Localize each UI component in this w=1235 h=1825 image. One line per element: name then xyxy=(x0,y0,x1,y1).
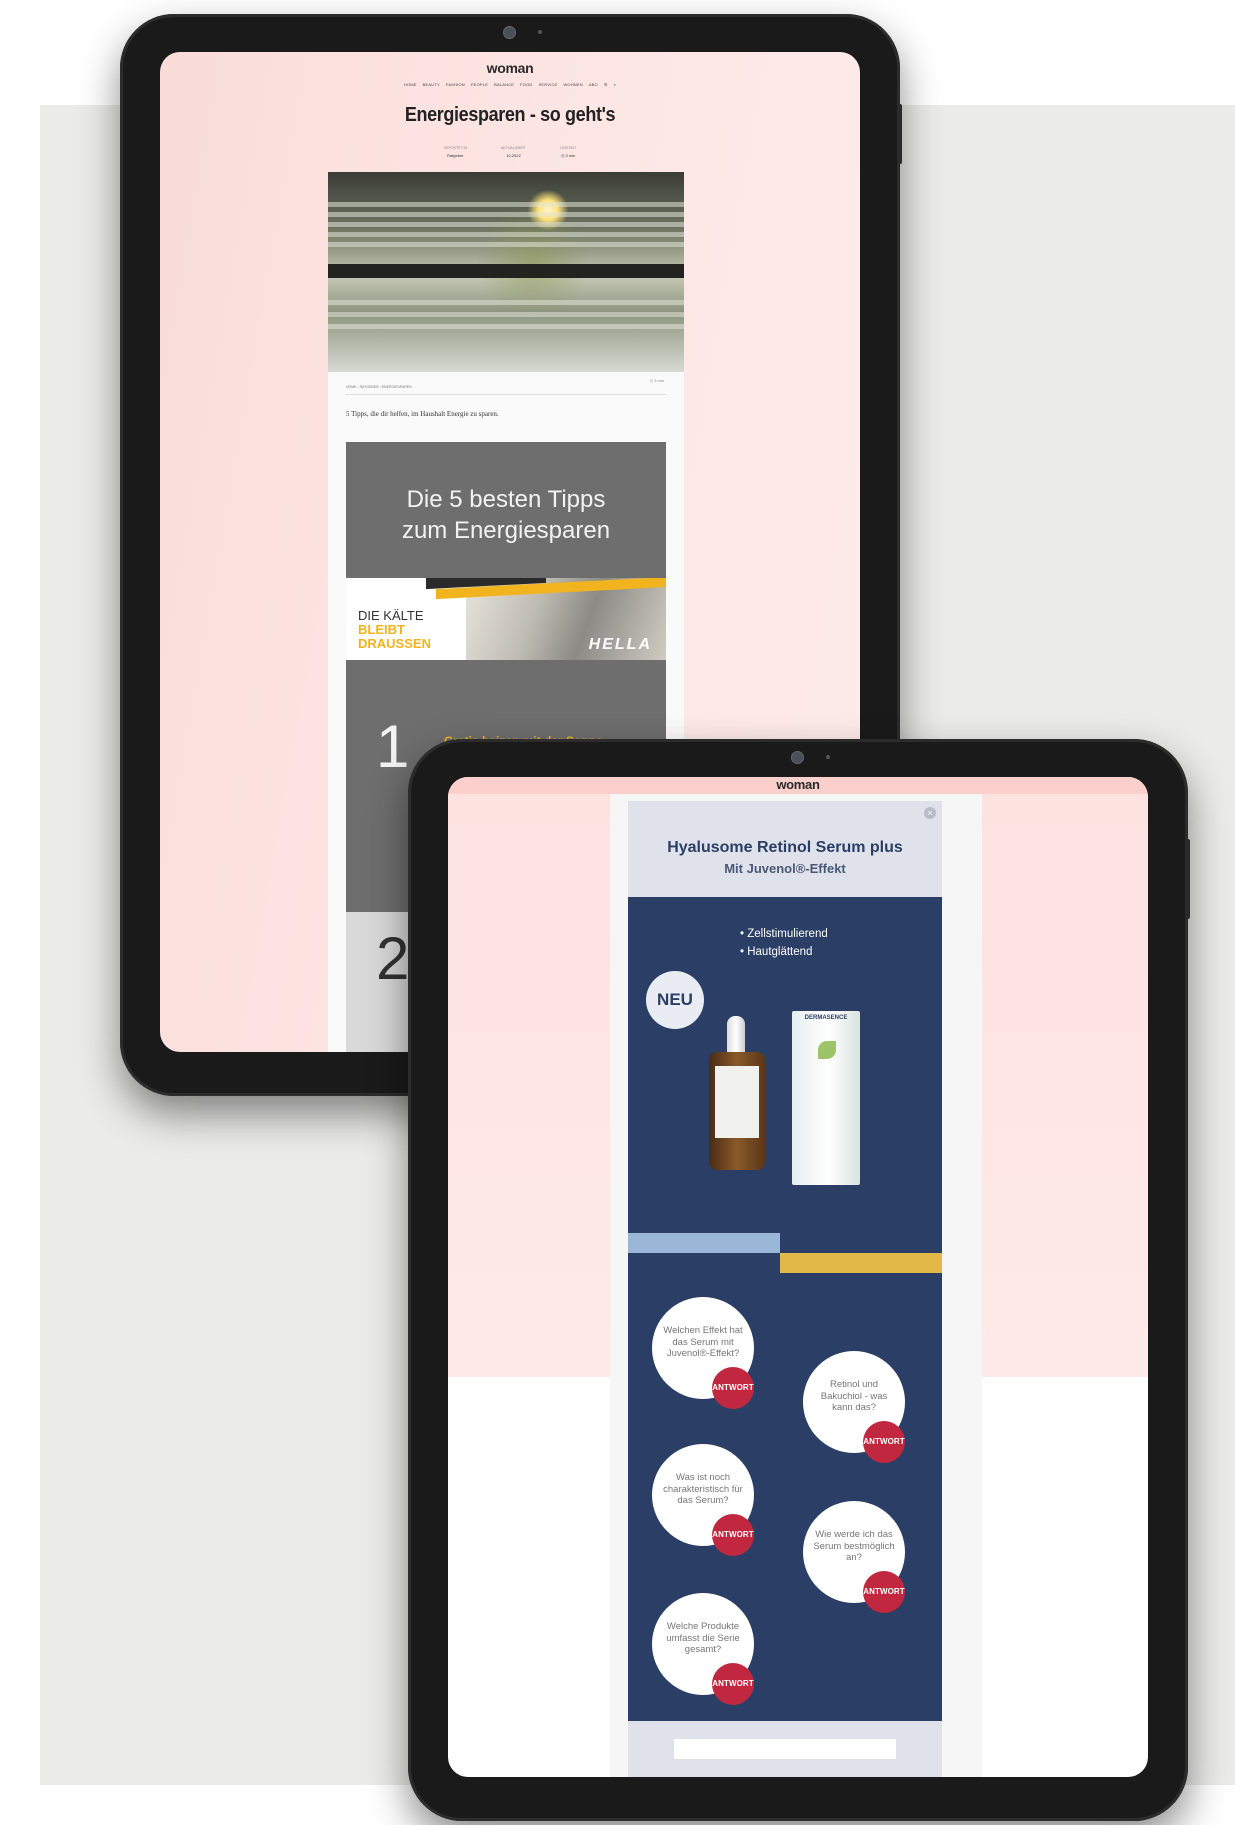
meta-label: LESEZEIT xyxy=(559,146,577,150)
banner-text: DIE KÄLTE xyxy=(358,608,424,623)
hella-banner[interactable]: DIE KÄLTE BLEIBT DRAUSSEN HELLA xyxy=(346,578,666,660)
ad-title-line: zum Energiesparen xyxy=(401,517,611,544)
blind-slat xyxy=(328,202,684,207)
meta-label: AKTUALISIERT xyxy=(501,146,526,150)
answer-button[interactable]: ANTWORT xyxy=(712,1367,754,1409)
accent-band-blue xyxy=(628,1233,780,1253)
close-icon[interactable]: × xyxy=(924,807,936,819)
volume-button xyxy=(1186,839,1190,919)
answer-button[interactable]: ANTWORT xyxy=(712,1514,754,1556)
ad-header: × Hyalusome Retinol Serum plus Mit Juven… xyxy=(628,801,942,897)
front-camera-icon xyxy=(791,751,804,764)
sensor-dot-icon xyxy=(826,755,830,759)
hero-image xyxy=(328,172,684,372)
nav-item-balance[interactable]: BALANCE xyxy=(494,82,514,87)
brand-logo: HELLA xyxy=(588,636,652,653)
article-lead: 5 Tipps, die dir helfen, im Haushalt Ene… xyxy=(346,410,499,418)
nav-item-fashion[interactable]: FASHION xyxy=(446,82,465,87)
new-badge: NEU xyxy=(646,971,704,1029)
readtime-label: ◷ 3 min xyxy=(649,378,664,383)
divider xyxy=(346,394,666,395)
ad-footer xyxy=(628,1721,942,1777)
answer-button[interactable]: ANTWORT xyxy=(863,1421,905,1463)
nav-item-food[interactable]: FOOD xyxy=(520,82,532,87)
answer-button[interactable]: ANTWORT xyxy=(863,1571,905,1613)
tablet-bottom: woman × Hyalusome Retinol Serum plus Mit… xyxy=(408,739,1190,1821)
bottle-label xyxy=(715,1066,759,1138)
blind-slat xyxy=(328,212,684,217)
nav-item-people[interactable]: PEOPLE xyxy=(471,82,488,87)
question-text: Welchen Effekt hat das Serum mit Juvenol… xyxy=(663,1325,743,1359)
volume-button xyxy=(898,104,902,164)
accent-band-gold xyxy=(780,1253,942,1273)
front-camera-icon xyxy=(503,26,516,39)
feature-bullet: • Zellstimulierend xyxy=(740,928,828,940)
nav-item-service[interactable]: SERVICE xyxy=(539,82,558,87)
ad-title: Hyalusome Retinol Serum plus xyxy=(667,839,903,856)
ad-title-line: Die 5 besten Tipps xyxy=(406,486,606,513)
ad-subtitle: Mit Juvenol®-Effekt xyxy=(724,861,846,876)
blind-slat xyxy=(328,324,684,329)
product-box-image: DERMASENCE xyxy=(792,1011,860,1185)
meta-value[interactable]: Ratgeber xyxy=(444,153,467,158)
leaf-icon xyxy=(818,1041,836,1059)
question-text: Retinol und Bakuchiol - was kann das? xyxy=(820,1379,888,1413)
banner-text-highlight: BLEIBT xyxy=(358,622,405,637)
banner-text-highlight: DRAUSSEN xyxy=(358,636,431,651)
box-brand: DERMASENCE xyxy=(804,1015,848,1021)
feature-bullet: • Hautglättend xyxy=(740,946,813,958)
bottle-dropper xyxy=(727,1016,745,1054)
ad-cta-button[interactable] xyxy=(674,1739,896,1759)
site-logo[interactable]: woman xyxy=(448,777,1148,792)
blind-slat xyxy=(328,232,684,237)
blind-slat xyxy=(328,312,684,317)
tablet-bottom-screen: woman × Hyalusome Retinol Serum plus Mit… xyxy=(448,777,1148,1777)
sensor-dot-icon xyxy=(538,30,542,34)
serum-bottle-image xyxy=(709,1016,765,1171)
serum-ad[interactable]: × Hyalusome Retinol Serum plus Mit Juven… xyxy=(628,801,942,1777)
nav-item-beauty[interactable]: BEAUTY xyxy=(423,82,440,87)
blind-slat xyxy=(328,242,684,247)
question-text: Welche Produkte umfasst die Serie gesamt… xyxy=(666,1621,740,1655)
main-nav: HOME BEAUTY FASHION PEOPLE BALANCE FOOD … xyxy=(160,82,860,87)
answer-button[interactable]: ANTWORT xyxy=(712,1663,754,1705)
blind-slat xyxy=(328,300,684,305)
blind-slat xyxy=(328,222,684,227)
meta-value: ◷ 3 min xyxy=(560,153,576,158)
nav-item-wohnen[interactable]: WOHNEN xyxy=(563,82,582,87)
article-title: Energiesparen - so geht's xyxy=(404,104,616,126)
question-text: Was ist noch charakteristisch für das Se… xyxy=(663,1472,743,1506)
site-logo[interactable]: woman xyxy=(160,60,860,76)
menu-icon[interactable]: ☰ xyxy=(604,82,608,87)
meta-category: GEPOSTET IN Ratgeber xyxy=(444,146,467,158)
search-icon[interactable]: ⌕ xyxy=(614,82,616,87)
article-meta: GEPOSTET IN Ratgeber AKTUALISIERT 10.2022 … xyxy=(160,146,860,158)
meta-updated: AKTUALISIERT 10.2022 xyxy=(501,146,526,158)
ad-title: Die 5 besten Tipps zum Energiesparen xyxy=(346,484,666,546)
nav-item-home[interactable]: HOME xyxy=(404,82,417,87)
breadcrumb[interactable]: HOME › RATGEBER › ENERGIESPAREN xyxy=(346,385,412,389)
tip-number: 1 xyxy=(376,713,410,780)
nav-item-abo[interactable]: ABO xyxy=(589,82,598,87)
question-text: Wie werde ich das Serum bestmöglich an? xyxy=(813,1529,895,1563)
meta-label: GEPOSTET IN xyxy=(443,146,468,150)
meta-value: 10.2022 xyxy=(506,153,521,158)
meta-readtime: LESEZEIT ◷ 3 min xyxy=(560,146,577,158)
window-frame xyxy=(328,264,684,278)
tip-number: 2 xyxy=(376,925,410,992)
